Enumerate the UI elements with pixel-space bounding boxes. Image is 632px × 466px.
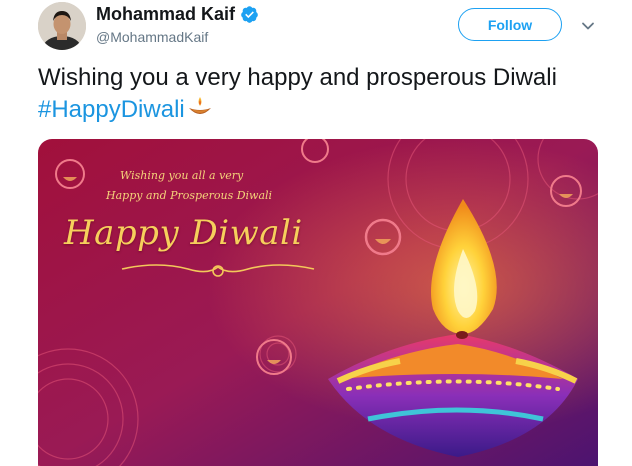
diya-emoji-icon bbox=[187, 95, 213, 121]
tweet-header: Mohammad Kaif @MohammadKaif Follow bbox=[38, 0, 632, 56]
tweet-image[interactable]: Wishing you all a very Happy and Prosper… bbox=[38, 139, 598, 466]
user-info: Mohammad Kaif @MohammadKaif bbox=[96, 4, 259, 45]
hashtag-link[interactable]: #HappyDiwali bbox=[38, 96, 185, 123]
name-row: Mohammad Kaif bbox=[96, 4, 259, 25]
user-handle[interactable]: @MohammadKaif bbox=[96, 29, 259, 45]
tweet-text: Wishing you a very happy and prosperous … bbox=[38, 62, 608, 126]
tweet-body: Wishing you a very happy and prosperous … bbox=[38, 64, 557, 91]
display-name[interactable]: Mohammad Kaif bbox=[96, 4, 235, 25]
verified-badge-icon bbox=[240, 5, 259, 24]
tweet: Mohammad Kaif @MohammadKaif Follow Wishi… bbox=[0, 0, 632, 466]
image-greeting-line2: Happy and Prosperous Diwali bbox=[106, 189, 273, 202]
image-title: Happy Diwali bbox=[64, 213, 303, 253]
avatar[interactable] bbox=[38, 2, 86, 50]
image-greeting-line1: Wishing you all a very bbox=[120, 169, 244, 182]
chevron-down-icon[interactable] bbox=[580, 18, 596, 34]
follow-button[interactable]: Follow bbox=[458, 8, 562, 41]
